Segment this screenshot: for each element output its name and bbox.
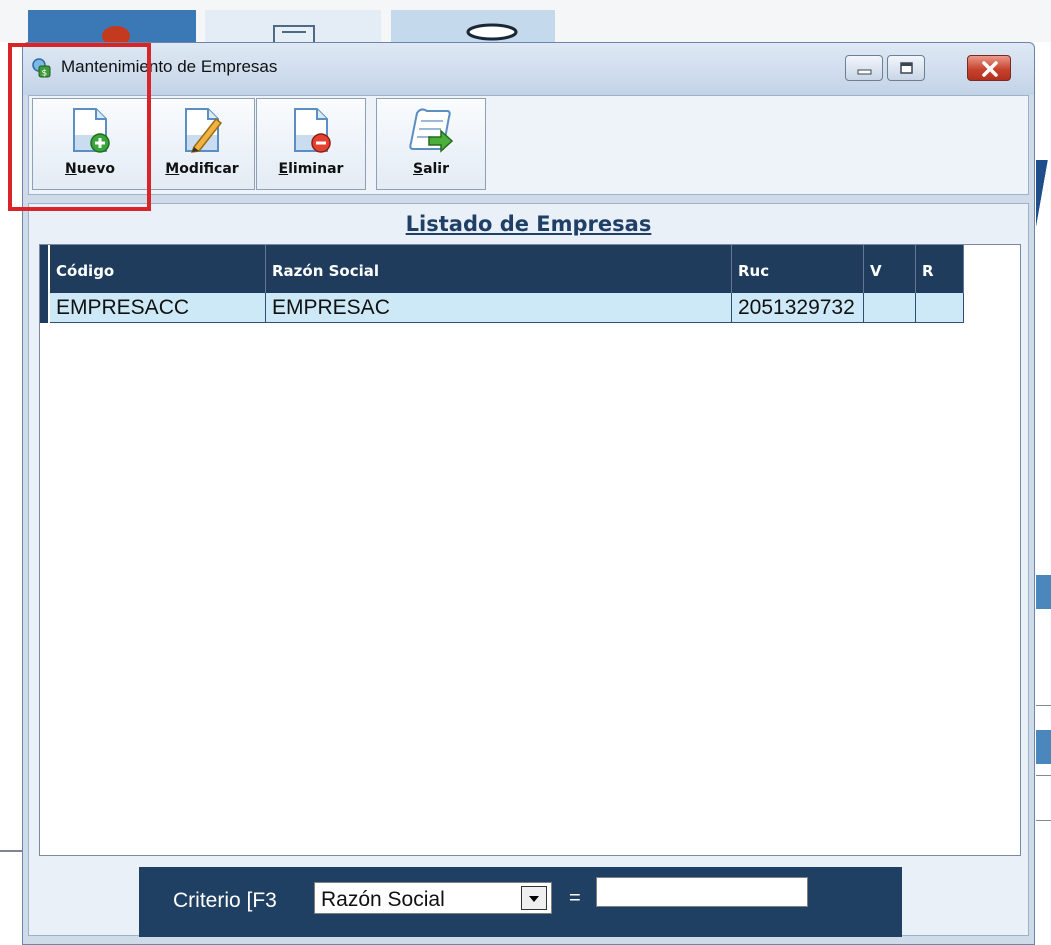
background-divider (1036, 820, 1051, 821)
column-header-v[interactable]: V (864, 245, 916, 293)
eliminar-button[interactable]: Eliminar (256, 98, 366, 190)
window-title: Mantenimiento de Empresas (61, 57, 278, 76)
criteria-selected-value: Razón Social (321, 888, 445, 911)
column-header-r[interactable]: R (916, 245, 964, 293)
column-header-razon-social[interactable]: Razón Social (266, 245, 732, 293)
column-header-ruc[interactable]: Ruc (732, 245, 864, 293)
table-cell-r[interactable] (916, 293, 964, 323)
modificar-button[interactable]: Modificar (149, 98, 255, 190)
app-icon: $ (32, 58, 51, 79)
chevron-down-icon (529, 896, 539, 902)
minimize-icon (857, 69, 872, 75)
background-divider (1036, 705, 1051, 706)
nuevo-label: Nuevo (65, 161, 115, 177)
toolbar: Nuevo Modificar Eliminar Salir (28, 95, 1029, 195)
criteria-bar: Criterio [F3 Razón Social = (139, 867, 902, 937)
criteria-search-input[interactable] (596, 877, 808, 907)
eliminar-label: Eliminar (278, 161, 344, 177)
background-edge (1036, 160, 1051, 240)
maximize-icon (900, 62, 913, 74)
close-button[interactable] (967, 55, 1011, 81)
background-stripe (1036, 575, 1051, 609)
new-document-icon (73, 108, 110, 153)
table-cell-codigo[interactable]: EMPRESACC (50, 293, 266, 323)
edit-document-icon (185, 108, 223, 153)
svg-text:$: $ (42, 69, 48, 79)
background-divider (0, 850, 22, 852)
criteria-label: Criterio [F3 (173, 889, 277, 912)
salir-label: Salir (412, 161, 450, 177)
nuevo-button[interactable]: Nuevo (32, 98, 148, 190)
empresas-grid[interactable]: Código Razón Social Ruc V R EMPRESACC EM… (39, 244, 1021, 856)
criteria-select[interactable]: Razón Social (314, 882, 552, 914)
column-header-codigo[interactable]: Código (50, 245, 266, 293)
exit-scroll-icon (409, 108, 454, 153)
table-cell-ruc[interactable]: 2051329732 (732, 293, 864, 323)
maximize-button[interactable] (887, 55, 925, 81)
row-selector[interactable] (40, 293, 48, 323)
equals-sign: = (569, 887, 581, 909)
delete-document-icon (294, 108, 331, 153)
minimize-button[interactable] (845, 55, 883, 81)
empresas-dialog: $ Mantenimiento de Empresas Nuevo Modifi… (22, 42, 1035, 945)
dropdown-button[interactable] (521, 886, 547, 910)
list-panel: Listado de Empresas Código Razón Social … (28, 203, 1029, 937)
modificar-label: Modificar (165, 161, 239, 177)
table-cell-v[interactable] (864, 293, 916, 323)
background-divider (1036, 775, 1051, 776)
background-stripe (1036, 730, 1051, 764)
close-icon (982, 61, 998, 77)
row-header-corner (40, 245, 48, 293)
salir-button[interactable]: Salir (376, 98, 486, 190)
list-title: Listado de Empresas (405, 212, 652, 236)
table-cell-razon-social[interactable]: EMPRESAC (266, 293, 732, 323)
title-bar[interactable]: $ Mantenimiento de Empresas (23, 43, 1034, 95)
